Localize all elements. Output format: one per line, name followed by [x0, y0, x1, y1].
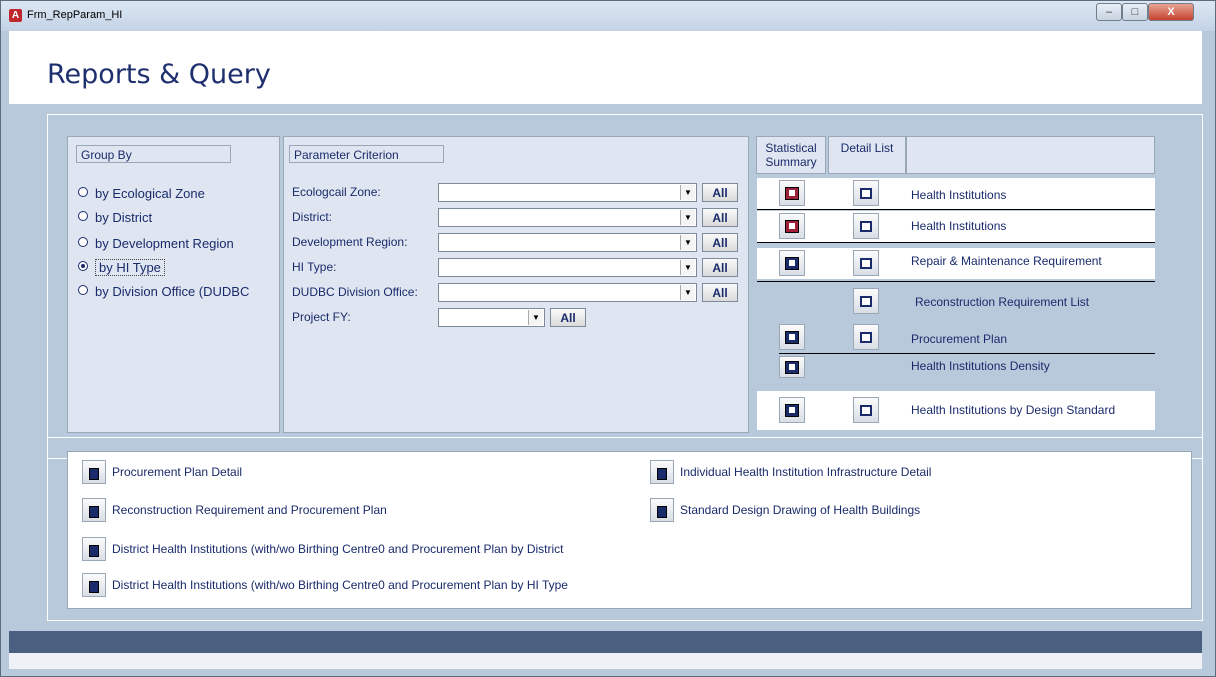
detail-list-icon — [860, 296, 872, 308]
dropdown-arrow-icon[interactable]: ▼ — [680, 210, 695, 225]
radio-selected-icon — [78, 261, 88, 271]
stat-summary-button[interactable] — [779, 213, 805, 239]
report-chart-icon — [785, 220, 799, 234]
stat-summary-button[interactable] — [779, 180, 805, 206]
report-book-icon — [657, 467, 667, 480]
report-window: A Frm_RepParam_HI – □ X Reports & Query … — [0, 0, 1216, 677]
row-divider — [757, 281, 1155, 282]
report-name-header — [906, 136, 1155, 174]
district-all-button[interactable]: All — [702, 208, 738, 227]
open-report-button[interactable] — [650, 498, 674, 522]
report-label: Health Institutions Density — [911, 359, 1050, 373]
detail-list-icon — [860, 221, 872, 233]
development-region-all-button[interactable]: All — [702, 233, 738, 252]
open-report-button[interactable] — [82, 537, 106, 561]
page-title: Reports & Query — [47, 59, 271, 90]
radio-ecological-zone[interactable]: by Ecological Zone — [78, 184, 205, 204]
report-book-icon — [89, 580, 99, 593]
detail-list-icon — [860, 405, 872, 417]
form-body: Reports & Query Group By by Ecological Z… — [9, 31, 1203, 669]
stat-summary-button[interactable] — [779, 250, 805, 276]
group-by-label: Group By — [76, 145, 231, 163]
detail-list-icon — [860, 188, 872, 200]
report-table-icon — [785, 257, 799, 271]
dropdown-arrow-icon[interactable]: ▼ — [680, 185, 695, 200]
hi-type-all-button[interactable]: All — [702, 258, 738, 277]
detail-list-header: Detail List — [828, 136, 906, 174]
division-office-all-button[interactable]: All — [702, 283, 738, 302]
report-book-icon — [89, 467, 99, 480]
minimize-button[interactable]: – — [1096, 3, 1122, 21]
detail-list-button[interactable] — [853, 250, 879, 276]
hi-type-combo[interactable]: ▼ — [438, 258, 697, 277]
radio-icon — [78, 187, 88, 197]
report-table-icon — [785, 331, 799, 345]
row-divider — [779, 353, 1155, 354]
detail-list-icon — [860, 332, 872, 344]
detail-list-button[interactable] — [853, 324, 879, 350]
detail-list-button[interactable] — [853, 288, 879, 314]
ecological-zone-combo[interactable]: ▼ — [438, 183, 697, 202]
division-office-combo[interactable]: ▼ — [438, 283, 697, 302]
statistical-summary-header: Statistical Summary — [756, 136, 826, 174]
form-footer-strip — [9, 653, 1202, 669]
row-divider — [757, 242, 1155, 243]
report-label: Health Institutions — [911, 188, 1007, 202]
report-book-icon — [89, 544, 99, 557]
report-label: Repair & Maintenance Requirement — [911, 254, 1102, 268]
radio-division-office[interactable]: by Division Office (DUDBC — [78, 282, 249, 302]
report-label: Reconstruction Requirement List — [915, 295, 1090, 309]
radio-icon — [78, 211, 88, 221]
detail-list-icon — [860, 258, 872, 270]
project-fy-combo[interactable]: ▼ — [438, 308, 545, 327]
title-bar: A Frm_RepParam_HI – □ X — [1, 1, 1215, 31]
detail-list-button[interactable] — [853, 397, 879, 423]
parameter-criterion-label: Parameter Criterion — [289, 145, 444, 163]
dropdown-arrow-icon[interactable]: ▼ — [680, 235, 695, 250]
stat-summary-button[interactable] — [779, 356, 805, 378]
radio-development-region[interactable]: by Development Region — [78, 234, 234, 254]
open-report-button[interactable] — [650, 460, 674, 484]
report-book-icon — [89, 505, 99, 518]
report-label: Health Institutions by Design Standard — [911, 403, 1116, 417]
report-table-icon — [785, 361, 799, 375]
form-footer-bar — [9, 631, 1202, 653]
row-divider — [757, 209, 1155, 210]
dropdown-arrow-icon[interactable]: ▼ — [528, 310, 543, 325]
radio-icon — [78, 285, 88, 295]
radio-icon — [78, 237, 88, 247]
access-app-icon: A — [9, 9, 22, 22]
report-label: Health Institutions — [911, 219, 1007, 233]
stat-summary-button[interactable] — [779, 324, 805, 350]
report-label: Procurement Plan — [911, 332, 1008, 346]
dropdown-arrow-icon[interactable]: ▼ — [680, 260, 695, 275]
district-combo[interactable]: ▼ — [438, 208, 697, 227]
report-table-icon — [785, 404, 799, 418]
maximize-button[interactable]: □ — [1122, 3, 1148, 21]
open-report-button[interactable] — [82, 460, 106, 484]
radio-hi-type[interactable]: by HI Type — [78, 258, 165, 278]
window-title: Frm_RepParam_HI — [27, 9, 123, 21]
ecological-zone-all-button[interactable]: All — [702, 183, 738, 202]
radio-district[interactable]: by District — [78, 208, 152, 228]
parameter-panel: Parameter Criterion Ecologcail Zone: ▼ A… — [283, 136, 749, 433]
group-by-panel: Group By by Ecological Zone by District … — [67, 136, 280, 433]
open-report-button[interactable] — [82, 498, 106, 522]
open-report-button[interactable] — [82, 573, 106, 597]
development-region-combo[interactable]: ▼ — [438, 233, 697, 252]
project-fy-all-button[interactable]: All — [550, 308, 586, 327]
dropdown-arrow-icon[interactable]: ▼ — [680, 285, 695, 300]
detail-list-button[interactable] — [853, 213, 879, 239]
stat-summary-button[interactable] — [779, 397, 805, 423]
report-chart-icon — [785, 187, 799, 201]
detail-list-button[interactable] — [853, 180, 879, 206]
documents-panel: Procurement Plan Detail Reconstruction R… — [67, 451, 1192, 609]
close-button[interactable]: X — [1148, 3, 1194, 21]
form-header: Reports & Query — [9, 31, 1202, 104]
report-book-icon — [657, 505, 667, 518]
